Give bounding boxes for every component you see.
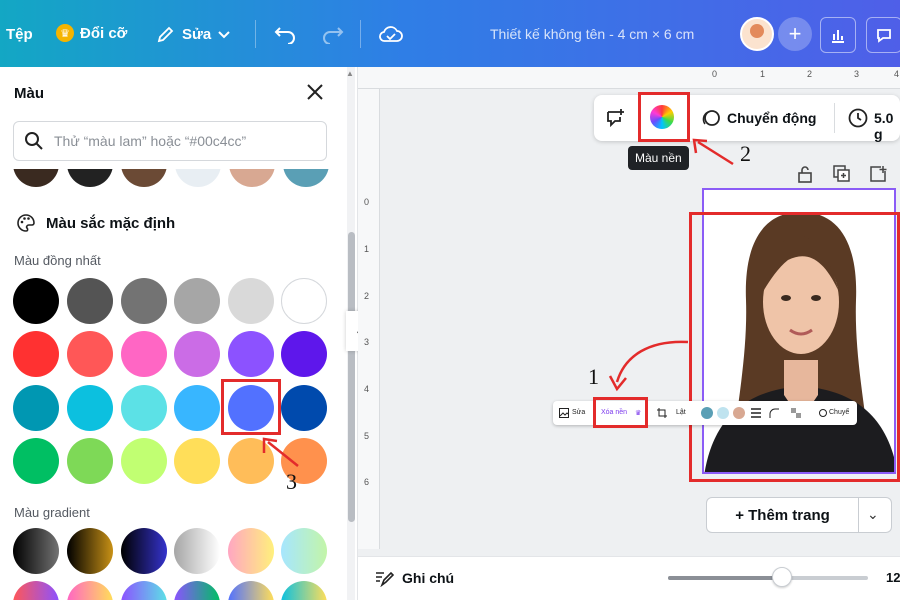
bottom-bar: Ghi chú 12 [358, 556, 900, 600]
canva-editor: Tệp ♛ Đổi cỡ Sửa Thiết kế không tên - 4 … [0, 0, 900, 600]
zoom-slider-knob[interactable] [772, 567, 792, 587]
notes-icon [376, 571, 394, 587]
zoom-value[interactable]: 12 [886, 570, 900, 585]
add-page-button-group: + Thêm trang ⌄ [706, 497, 892, 533]
annotation-number-3: 3 [286, 469, 297, 494]
zoom-slider-fill [668, 576, 782, 580]
notes-button[interactable]: Ghi chú [374, 569, 454, 587]
annotation-number-2: 2 [740, 141, 751, 166]
chevron-down-icon[interactable]: ⌄ [867, 506, 879, 523]
add-page-button[interactable]: + Thêm trang [707, 498, 859, 532]
notes-label: Ghi chú [402, 570, 455, 586]
annotation-number-1: 1 [588, 364, 599, 389]
